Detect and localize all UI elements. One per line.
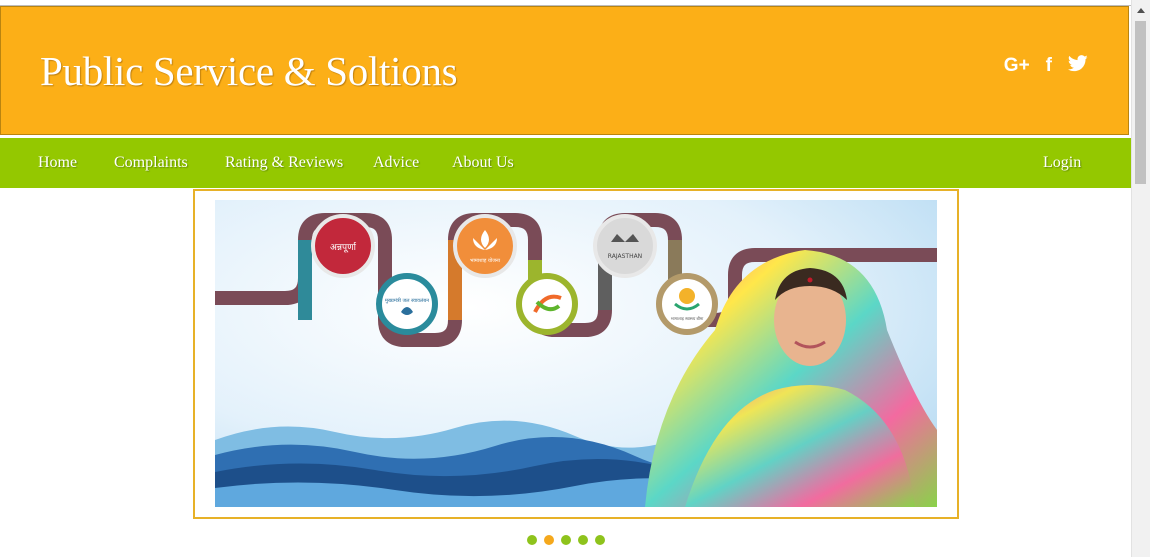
slider-dot-2[interactable] xyxy=(544,535,554,545)
vertical-scrollbar[interactable] xyxy=(1131,0,1150,557)
nav-home[interactable]: Home xyxy=(38,154,77,172)
nav-login[interactable]: Login xyxy=(1043,154,1081,172)
scroll-thumb[interactable] xyxy=(1135,21,1146,184)
social-links: G+ f xyxy=(1004,55,1088,76)
slider-dot-1[interactable] xyxy=(527,535,537,545)
scroll-up-arrow-icon[interactable] xyxy=(1137,8,1145,13)
nav-about-us[interactable]: About Us xyxy=(452,154,514,172)
slide-illustration: अन्नपूर्णा मुख्यमंत्री जल स्वावलंबन भामा… xyxy=(215,200,937,507)
badge-rajasthan: RAJASTHAN xyxy=(608,253,642,260)
twitter-bird-glyph xyxy=(1067,55,1088,72)
twitter-icon[interactable] xyxy=(1067,55,1088,76)
site-title: Public Service & Soltions xyxy=(40,48,458,94)
slider-dot-5[interactable] xyxy=(595,535,605,545)
slide-image[interactable]: अन्नपूर्णा मुख्यमंत्री जल स्वावलंबन भामा… xyxy=(215,200,937,507)
facebook-icon[interactable]: f xyxy=(1046,56,1052,75)
google-plus-icon[interactable]: G+ xyxy=(1004,56,1030,75)
site-header: Public Service & Soltions G+ f xyxy=(0,6,1129,135)
slider-pagination xyxy=(527,535,605,545)
badge-swasthya-bima: भामाशाह स्वास्थ्य बीमा xyxy=(671,316,705,321)
image-slider: अन्नपूर्णा मुख्यमंत्री जल स्वावलंबन भामा… xyxy=(193,189,959,519)
nav-rating-reviews[interactable]: Rating & Reviews xyxy=(225,154,343,172)
nav-advice[interactable]: Advice xyxy=(373,154,419,172)
badge-bhamashah: भामाशाह योजना xyxy=(470,257,501,264)
slider-dot-4[interactable] xyxy=(578,535,588,545)
slider-dot-3[interactable] xyxy=(561,535,571,545)
main-navigation: Home Complaints Rating & Reviews Advice … xyxy=(0,138,1131,188)
nav-complaints[interactable]: Complaints xyxy=(114,154,188,172)
badge-annapurna: अन्नपूर्णा xyxy=(330,241,357,253)
badge-jal-swavlamban: मुख्यमंत्री जल स्वावलंबन xyxy=(385,297,429,304)
